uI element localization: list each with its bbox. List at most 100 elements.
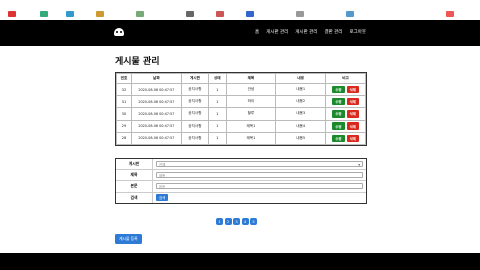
search-button[interactable]: 검색	[156, 194, 169, 202]
cell-board: 공지사항	[180, 107, 210, 121]
col-header: 날짜	[130, 73, 182, 84]
cell-content: 내용5	[275, 131, 327, 145]
app-window: 홈 게시판 관리 게시판 관리 결판 관리 로그아웃 게시물 관리 번호 날짜 …	[0, 0, 480, 270]
page-button[interactable]: 4	[241, 218, 249, 225]
cell-no: 28	[116, 131, 132, 145]
cell-state: 1	[208, 131, 227, 145]
robot-icon[interactable]	[114, 28, 124, 36]
search-form: 게시판 전체 ▾ 제목 제목 본문 본문 검색 검색	[115, 158, 367, 204]
cell-content: 내용1	[275, 82, 327, 97]
cell-actions: 수정 삭제	[325, 119, 366, 133]
edit-button[interactable]: 수정	[332, 134, 345, 143]
navbar: 홈 게시판 관리 게시판 관리 결판 관리 로그아웃	[0, 20, 480, 46]
search-label: 검색	[116, 192, 153, 203]
edit-button[interactable]: 수정	[332, 122, 345, 130]
form-row-content: 본문 본문	[116, 181, 366, 193]
bookmark-icon[interactable]	[346, 11, 354, 17]
page-button[interactable]: 3	[233, 218, 240, 225]
subject-input[interactable]: 제목	[156, 172, 363, 179]
cell-actions: 수정 삭제	[325, 95, 366, 109]
col-header: 게시판	[180, 73, 210, 84]
cell-content: 내용3	[275, 107, 327, 121]
nav-post-manage[interactable]: 게시판 관리	[295, 29, 317, 35]
content-input[interactable]: 본문	[156, 183, 363, 190]
delete-button[interactable]: 삭제	[346, 98, 359, 106]
delete-button[interactable]: 삭제	[346, 122, 359, 130]
cell-board: 공지사항	[180, 119, 210, 133]
bookmark-icon[interactable]	[40, 11, 48, 17]
cell-date: 2020-08-06 00:47:57	[130, 82, 182, 97]
table-row: 30 2020-08-06 00:47:57 공지사항 1 할루 내용3 수정 삭…	[116, 107, 366, 121]
board-select[interactable]: 전체 ▾	[156, 161, 363, 168]
cell-content: 내용2	[275, 95, 327, 109]
cell-date: 2020-08-06 00:47:57	[130, 131, 182, 145]
delete-button[interactable]: 삭제	[346, 110, 359, 118]
cell-no: 31	[116, 95, 132, 109]
nav-result-manage[interactable]: 결판 관리	[324, 29, 342, 35]
table-row: 31 2020-08-06 00:47:57 공지사항 1 하이 내용2 수정 삭…	[116, 95, 366, 109]
page-button[interactable]: 2	[224, 218, 232, 225]
cell-board: 공지사항	[180, 82, 210, 97]
bookmark-icon[interactable]	[296, 11, 304, 17]
form-row-subject: 제목 제목	[116, 170, 366, 182]
cell-board: 공지사항	[180, 95, 210, 109]
edit-button[interactable]: 수정	[332, 98, 345, 106]
bookmark-icon[interactable]	[8, 11, 16, 17]
write-post-button[interactable]: 게시물 등록	[115, 234, 142, 244]
delete-button[interactable]: 삭제	[346, 134, 359, 143]
bookmark-icon[interactable]	[216, 11, 224, 17]
page-button[interactable]: 1	[216, 218, 223, 225]
post-table: 번호 날짜 게시판 상태 제목 내용 비고 32 2020-08-06 00:4…	[116, 73, 366, 145]
bookmark-icon[interactable]	[66, 11, 74, 17]
cell-subject: 안녕	[225, 82, 277, 97]
cell-subject: 할루	[225, 107, 277, 121]
bookmark-icon[interactable]	[246, 11, 254, 17]
bookmark-icon[interactable]	[96, 11, 104, 17]
cell-subject: 제목1	[225, 131, 277, 145]
cell-subject: 제목1	[225, 119, 277, 133]
table-row: 32 2020-08-06 00:47:57 공지사항 1 안녕 내용1 수정 삭…	[116, 82, 366, 97]
cell-date: 2020-08-06 00:47:57	[130, 95, 182, 109]
board-select-value: 전체	[159, 162, 166, 167]
nav-home[interactable]: 홈	[255, 29, 259, 35]
col-header: 비고	[325, 73, 366, 84]
table-row: 28 2020-08-06 00:47:57 공지사항 1 제목1 내용5 수정…	[116, 131, 366, 145]
cell-state: 1	[208, 95, 227, 109]
cell-no: 29	[116, 119, 132, 133]
cell-actions: 수정 삭제	[325, 107, 366, 121]
bookmark-icon[interactable]	[446, 11, 454, 17]
subject-label: 제목	[116, 170, 153, 181]
cell-no: 30	[116, 107, 132, 121]
page-button[interactable]: 5	[250, 218, 257, 225]
chevron-down-icon: ▾	[358, 162, 360, 167]
board-label: 게시판	[116, 159, 153, 170]
table-row: 29 2020-08-06 00:47:57 공지사항 1 제목1 내용4 수정…	[116, 119, 366, 133]
edit-button[interactable]: 수정	[332, 85, 345, 94]
pagination: 1 2 3 4 5	[216, 218, 257, 225]
cell-state: 1	[208, 107, 227, 121]
nav-menu: 홈 게시판 관리 게시판 관리 결판 관리 로그아웃	[255, 29, 366, 35]
bookmark-icon[interactable]	[186, 11, 194, 17]
cell-actions: 수정 삭제	[325, 131, 366, 145]
cell-no: 32	[116, 82, 132, 97]
bookmarks-bar	[0, 0, 480, 21]
content-label: 본문	[116, 181, 153, 192]
col-header: 상태	[208, 73, 227, 84]
delete-button[interactable]: 삭제	[346, 85, 359, 94]
cell-state: 1	[208, 119, 227, 133]
col-header: 내용	[275, 73, 327, 84]
cell-board: 공지사항	[180, 131, 210, 145]
table-header-row: 번호 날짜 게시판 상태 제목 내용 비고	[116, 73, 366, 84]
main-content: 게시물 관리 번호 날짜 게시판 상태 제목 내용 비고 32 2020-08-…	[0, 46, 480, 253]
nav-board-manage[interactable]: 게시판 관리	[266, 29, 288, 35]
form-row-board: 게시판 전체 ▾	[116, 159, 366, 171]
cell-content: 내용4	[275, 119, 327, 133]
cell-subject: 하이	[225, 95, 277, 109]
cell-date: 2020-08-06 00:47:57	[130, 107, 182, 121]
bookmark-icon[interactable]	[136, 11, 144, 17]
form-row-search: 검색 검색	[116, 192, 366, 203]
page-title: 게시물 관리	[115, 57, 160, 67]
edit-button[interactable]: 수정	[332, 110, 345, 118]
post-table-container: 번호 날짜 게시판 상태 제목 내용 비고 32 2020-08-06 00:4…	[115, 72, 367, 146]
nav-logout[interactable]: 로그아웃	[349, 29, 366, 35]
